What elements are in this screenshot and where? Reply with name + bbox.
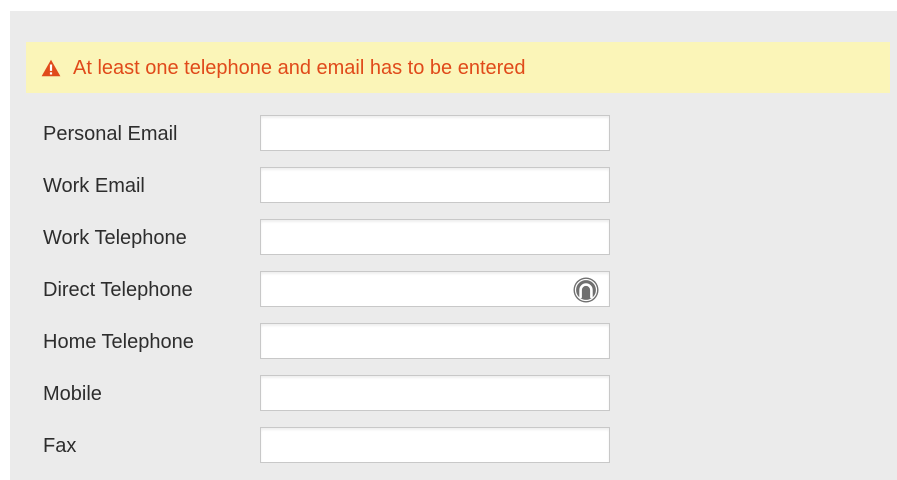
direct-telephone-label: Direct Telephone [43,279,193,301]
fax-label: Fax [43,435,77,457]
form-row-personal-email: Personal Email [10,115,897,153]
home-telephone-label: Home Telephone [43,331,194,353]
personal-email-field[interactable] [260,115,610,151]
direct-telephone-field[interactable] [260,271,610,307]
work-telephone-field[interactable] [260,219,610,255]
warning-triangle-icon [41,59,61,77]
personal-email-label: Personal Email [43,123,178,145]
autofill-icon[interactable] [572,276,600,304]
work-email-label: Work Email [43,175,145,197]
contact-details-panel: At least one telephone and email has to … [10,11,897,480]
mobile-label: Mobile [43,383,102,405]
form-row-direct-telephone: Direct Telephone [10,271,897,309]
form-row-mobile: Mobile [10,375,897,413]
form-row-work-email: Work Email [10,167,897,205]
fax-field[interactable] [260,427,610,463]
validation-alert: At least one telephone and email has to … [26,42,890,93]
form-row-fax: Fax [10,427,897,465]
form-row-home-telephone: Home Telephone [10,323,897,361]
alert-message: At least one telephone and email has to … [73,56,526,79]
work-telephone-label: Work Telephone [43,227,187,249]
work-email-field[interactable] [260,167,610,203]
home-telephone-field[interactable] [260,323,610,359]
form-row-work-telephone: Work Telephone [10,219,897,257]
mobile-field[interactable] [260,375,610,411]
